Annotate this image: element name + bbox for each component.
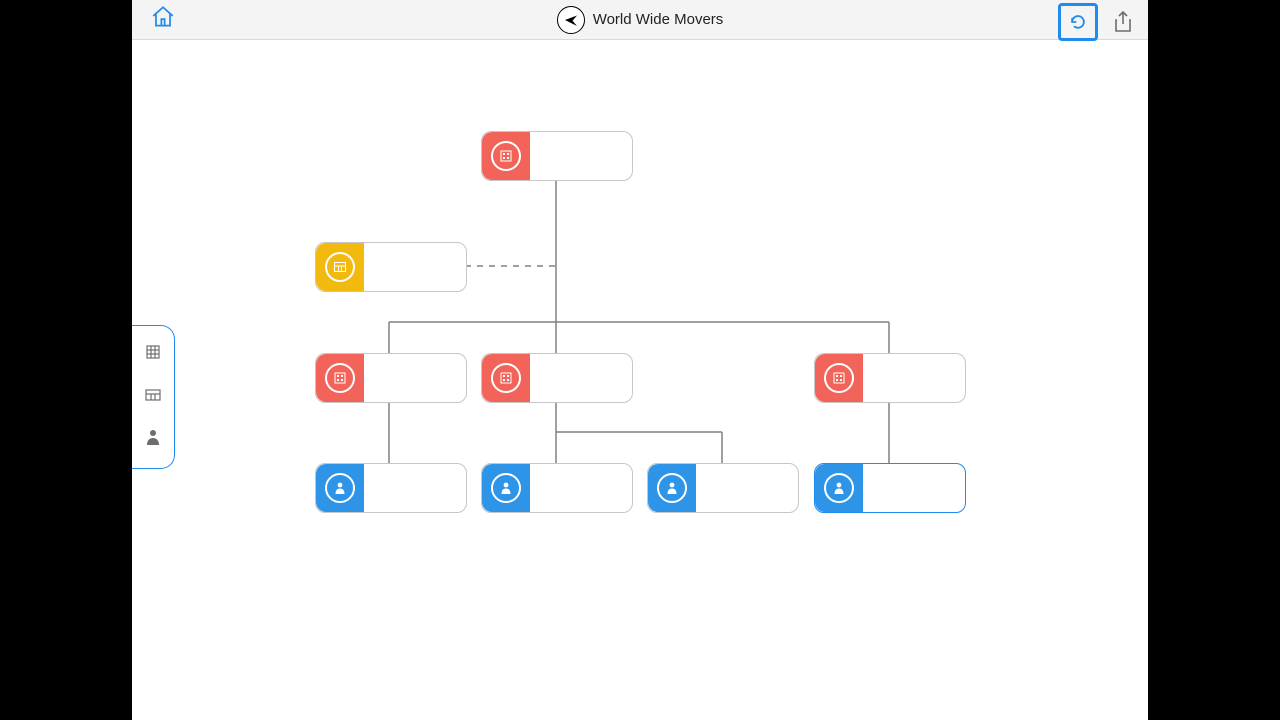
node-person-3[interactable] — [647, 463, 799, 513]
node-icon-badge — [316, 464, 364, 512]
node-icon-badge — [482, 354, 530, 402]
site-icon — [325, 252, 355, 282]
building-icon — [325, 363, 355, 393]
node-icon-badge — [815, 464, 863, 512]
toolbar: World Wide Movers — [132, 0, 1148, 40]
node-person-4[interactable] — [814, 463, 966, 513]
toolbar-right — [1058, 3, 1138, 41]
node-dept-a[interactable] — [315, 353, 467, 403]
person-icon — [824, 473, 854, 503]
person-icon — [491, 473, 521, 503]
building-icon — [491, 363, 521, 393]
building-icon — [824, 363, 854, 393]
node-icon-badge — [648, 464, 696, 512]
node-icon-badge — [316, 354, 364, 402]
node-icon-badge — [815, 354, 863, 402]
diagram-canvas[interactable] — [132, 40, 1148, 720]
node-icon-badge — [482, 464, 530, 512]
person-icon — [325, 473, 355, 503]
app-logo-icon — [557, 6, 585, 34]
building-icon — [491, 141, 521, 171]
node-person-1[interactable] — [315, 463, 467, 513]
node-icon-badge — [482, 132, 530, 180]
title-area: World Wide Movers — [132, 0, 1148, 39]
node-person-2[interactable] — [481, 463, 633, 513]
node-dept-b[interactable] — [481, 353, 633, 403]
node-dept-c[interactable] — [814, 353, 966, 403]
app-window: World Wide Movers — [132, 0, 1148, 720]
node-icon-badge — [316, 243, 364, 291]
person-icon — [657, 473, 687, 503]
share-button[interactable] — [1108, 7, 1138, 37]
node-assistant[interactable] — [315, 242, 467, 292]
connector-lines — [132, 40, 1148, 720]
refresh-button[interactable] — [1058, 3, 1098, 41]
page-title: World Wide Movers — [593, 11, 724, 28]
node-root[interactable] — [481, 131, 633, 181]
